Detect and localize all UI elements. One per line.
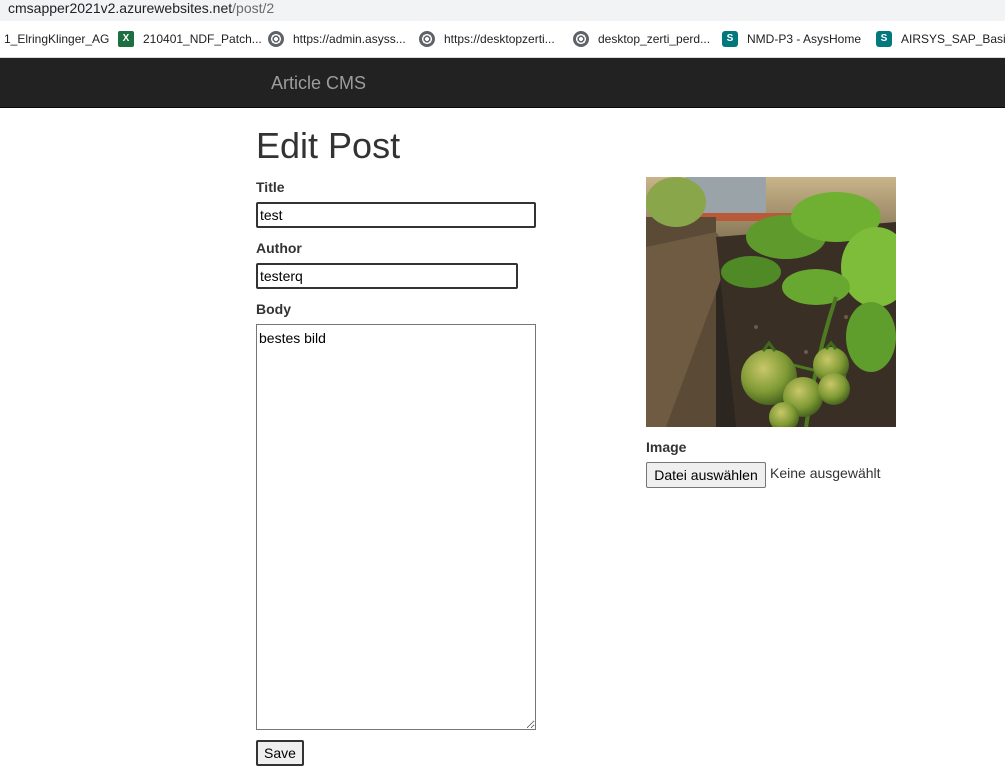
post-image bbox=[646, 177, 896, 427]
bookmark-label: https://admin.asyss... bbox=[293, 32, 406, 46]
page-title: Edit Post bbox=[256, 125, 401, 166]
bookmark-label: 210401_NDF_Patch... bbox=[143, 32, 262, 46]
globe-icon bbox=[573, 31, 589, 47]
body-textarea[interactable]: bestes bild bbox=[256, 324, 536, 730]
url-text[interactable]: cmsapper2021v2.azurewebsites.net/post/2 bbox=[8, 0, 274, 18]
bookmark-label: 1_ElringKlinger_AG bbox=[4, 32, 110, 46]
bookmark-item[interactable]: 1_ElringKlinger_AG bbox=[4, 21, 109, 57]
navbar: Article CMS bbox=[0, 58, 1005, 108]
bookmark-item[interactable]: X 210401_NDF_Patch... bbox=[118, 21, 262, 57]
author-label: Author bbox=[256, 240, 302, 256]
globe-icon bbox=[419, 31, 435, 47]
bookmarks-bar: 1_ElringKlinger_AG X 210401_NDF_Patch...… bbox=[0, 21, 1005, 58]
sharepoint-icon: S bbox=[876, 31, 892, 47]
image-label: Image bbox=[646, 439, 687, 455]
title-input[interactable] bbox=[256, 202, 536, 228]
choose-file-button[interactable]: Datei auswählen bbox=[646, 462, 766, 488]
bookmark-item[interactable]: https://desktopzerti... bbox=[419, 21, 555, 57]
url-path: /post/2 bbox=[232, 0, 275, 16]
save-button[interactable]: Save bbox=[256, 740, 304, 766]
bookmark-item[interactable]: S AIRSYS_SAP_Basis_ bbox=[876, 21, 1005, 57]
sharepoint-icon: S bbox=[722, 31, 738, 47]
bookmark-label: https://desktopzerti... bbox=[444, 32, 555, 46]
author-input[interactable] bbox=[256, 263, 518, 289]
bookmark-item[interactable]: S NMD-P3 - AsysHome bbox=[722, 21, 861, 57]
file-status-text: Keine ausgewählt bbox=[770, 465, 881, 481]
navbar-brand-link[interactable]: Article CMS bbox=[271, 58, 366, 108]
address-bar[interactable]: cmsapper2021v2.azurewebsites.net/post/2 bbox=[0, 0, 1005, 21]
url-host: cmsapper2021v2.azurewebsites.net bbox=[8, 0, 233, 16]
bookmark-label: NMD-P3 - AsysHome bbox=[747, 32, 862, 46]
bookmark-label: desktop_zerti_perd... bbox=[598, 32, 711, 46]
excel-icon: X bbox=[118, 31, 134, 47]
tomato-plant-photo bbox=[646, 177, 896, 427]
globe-icon bbox=[268, 31, 284, 47]
title-label: Title bbox=[256, 179, 285, 195]
bookmark-label: AIRSYS_SAP_Basis_ bbox=[901, 32, 1005, 46]
bookmark-item[interactable]: desktop_zerti_perd... bbox=[573, 21, 710, 57]
body-label: Body bbox=[256, 301, 291, 317]
bookmark-item[interactable]: https://admin.asyss... bbox=[268, 21, 406, 57]
